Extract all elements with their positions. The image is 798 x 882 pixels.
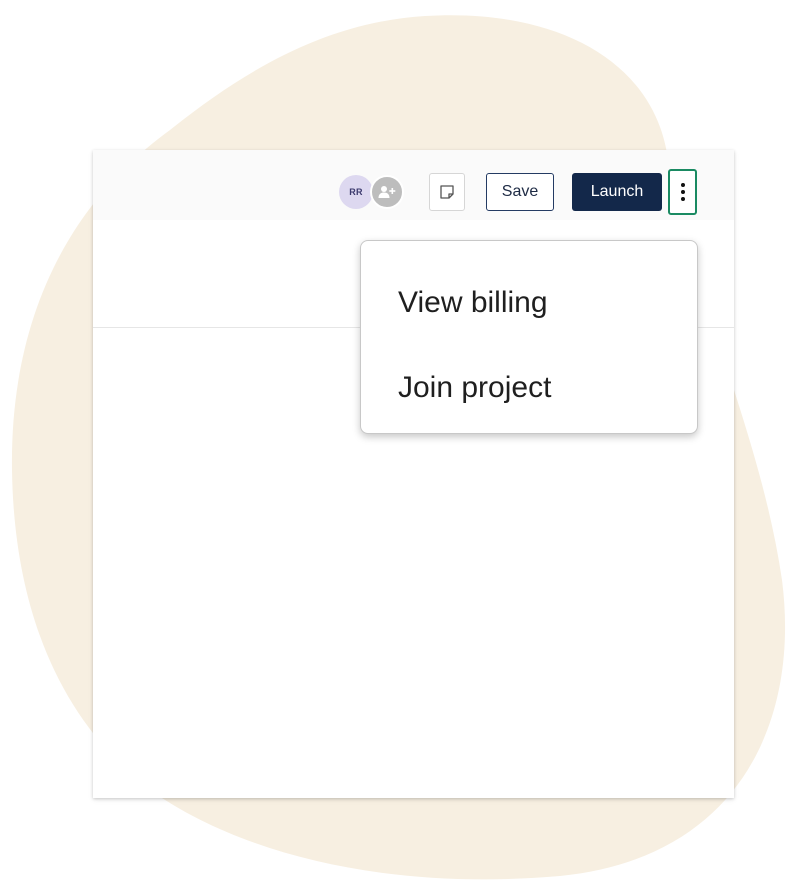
more-options-button[interactable]	[668, 169, 697, 215]
menu-item-label: Join project	[398, 371, 552, 404]
save-button[interactable]: Save	[486, 173, 554, 211]
menu-item-label: View billing	[398, 286, 548, 319]
launch-button[interactable]: Launch	[572, 173, 662, 211]
user-avatar[interactable]: RR	[339, 175, 373, 209]
add-user-button[interactable]	[370, 175, 404, 209]
overflow-menu: View billing Join project	[360, 240, 698, 434]
menu-item-join-project[interactable]: Join project	[361, 358, 697, 418]
vertical-ellipsis-icon	[680, 183, 685, 187]
avatar-initials: RR	[349, 187, 363, 197]
top-toolbar: RR Save Launch	[93, 150, 734, 220]
add-user-icon	[378, 186, 396, 198]
sticky-note-icon	[440, 185, 454, 199]
notes-button[interactable]	[429, 173, 465, 211]
app-window: RR Save Launch View billing Join project	[93, 150, 734, 798]
menu-item-view-billing[interactable]: View billing	[361, 273, 697, 333]
